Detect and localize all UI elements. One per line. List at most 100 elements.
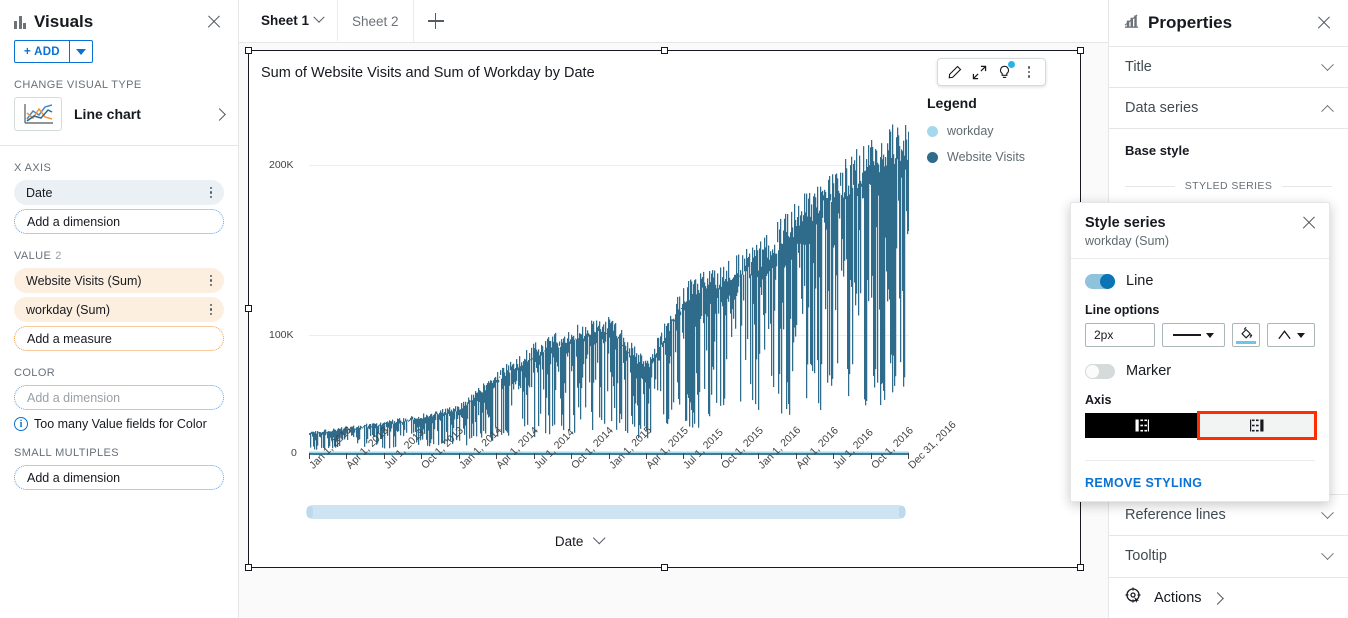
field-pill-label: Website Visits (Sum)	[26, 274, 210, 288]
field-well-label-x-axis: X AXIS	[0, 162, 238, 174]
properties-panel-header: Properties	[1109, 0, 1348, 46]
kebab-menu-icon[interactable]	[210, 304, 213, 316]
axis-right-button[interactable]	[1199, 413, 1315, 438]
small-multiples-label: SMALL MULTIPLES	[14, 447, 119, 459]
remove-styling-link[interactable]: REMOVE STYLING	[1085, 476, 1315, 490]
field-pill-workday[interactable]: workday (Sum)	[14, 297, 224, 322]
visual-container[interactable]: Sum of Website Visits and Sum of Workday…	[248, 50, 1081, 568]
sheet-tab-bar: Sheet 1 Sheet 2	[239, 0, 1108, 43]
add-visual-dropdown[interactable]	[70, 41, 92, 62]
field-well-label-color: COLOR	[0, 367, 238, 379]
x-axis-drop-label: Add a dimension	[27, 215, 120, 229]
x-axis-footer-label: Date	[555, 534, 584, 549]
field-well-label-value: VALUE2	[0, 250, 238, 262]
resize-handle-bottom-left[interactable]	[245, 564, 252, 571]
line-color-button[interactable]	[1232, 323, 1260, 347]
legend-item-website-visits[interactable]: Website Visits	[927, 150, 1067, 164]
add-visual-row: + ADD	[0, 32, 238, 63]
x-axis-tick	[309, 453, 310, 459]
style-series-header: Style series workday (Sum)	[1071, 203, 1329, 259]
small-multiples-drop-label: Add a dimension	[27, 471, 120, 485]
field-pill-website-visits[interactable]: Website Visits (Sum)	[14, 268, 224, 293]
axis-left-icon	[1134, 418, 1150, 433]
chevron-down-icon[interactable]	[593, 532, 606, 545]
resize-handle-middle-left[interactable]	[245, 305, 252, 312]
expand-icon[interactable]	[968, 61, 990, 83]
close-icon[interactable]	[1299, 213, 1319, 233]
y-tick-200k: 200K	[269, 159, 294, 171]
visuals-panel-title: Visuals	[34, 12, 204, 32]
marker-toggle-label: Marker	[1126, 363, 1171, 379]
add-visual-button[interactable]: + ADD	[14, 40, 93, 63]
color-drop-label: Add a dimension	[27, 391, 120, 405]
properties-panel-title: Properties	[1148, 13, 1306, 33]
kebab-menu-icon[interactable]	[210, 275, 213, 287]
line-style-select[interactable]	[1162, 323, 1226, 347]
kebab-menu-icon[interactable]	[1018, 61, 1040, 83]
base-style-label: Base style	[1125, 143, 1332, 158]
line-width-input[interactable]: 2px	[1085, 323, 1155, 347]
properties-row-label: Data series	[1125, 100, 1323, 116]
solid-line-icon	[1173, 334, 1201, 336]
resize-handle-top-right[interactable]	[1077, 47, 1084, 54]
visual-type-selector[interactable]: Line chart	[14, 97, 224, 145]
tab-sheet-2[interactable]: Sheet 2	[338, 0, 414, 42]
visual-title: Sum of Website Visits and Sum of Workday…	[261, 65, 595, 81]
close-icon[interactable]	[204, 12, 224, 32]
axis-left-button[interactable]	[1085, 413, 1199, 438]
legend-color-dot	[927, 126, 938, 137]
small-multiples-drop-target[interactable]: Add a dimension	[14, 465, 224, 490]
kebab-menu-icon[interactable]	[210, 187, 213, 199]
legend-color-dot	[927, 152, 938, 163]
resize-handle-top-center[interactable]	[661, 47, 668, 54]
chevron-down-icon	[1321, 547, 1334, 560]
marker-toggle-row: Marker	[1085, 363, 1315, 379]
chevron-down-icon[interactable]	[313, 12, 324, 23]
pencil-icon[interactable]	[943, 61, 965, 83]
style-series-title: Style series	[1085, 215, 1315, 231]
field-pill-label: Date	[26, 186, 210, 200]
line-options-row: 2px	[1085, 323, 1315, 347]
add-sheet-button[interactable]	[414, 0, 458, 42]
visuals-panel-header: Visuals	[0, 0, 238, 32]
properties-row-data-series[interactable]: Data series	[1109, 87, 1348, 128]
chevron-down-icon	[76, 49, 86, 55]
visual-type-name: Line chart	[74, 106, 203, 122]
properties-row-actions[interactable]: Actions	[1109, 577, 1348, 618]
insight-bulb-icon[interactable]	[993, 61, 1015, 83]
field-pill-date[interactable]: Date	[14, 180, 224, 205]
resize-handle-top-left[interactable]	[245, 47, 252, 54]
line-toggle[interactable]	[1085, 274, 1115, 289]
x-axis-tick	[796, 453, 797, 459]
website-visits-series	[309, 103, 909, 455]
value-drop-label: Add a measure	[27, 332, 112, 346]
chevron-down-icon	[1321, 506, 1334, 519]
color-drop-target[interactable]: Add a dimension	[14, 385, 224, 410]
legend-item-workday[interactable]: workday	[927, 124, 1067, 138]
scrollbar-thumb[interactable]	[306, 505, 906, 519]
properties-row-title[interactable]: Title	[1109, 46, 1348, 87]
resize-handle-bottom-center[interactable]	[661, 564, 668, 571]
value-label: VALUE	[14, 250, 51, 262]
x-axis-footer[interactable]: Date	[249, 534, 909, 549]
field-pill-label: workday (Sum)	[26, 303, 210, 317]
value-drop-target[interactable]: Add a measure	[14, 326, 224, 351]
marker-toggle[interactable]	[1085, 364, 1115, 379]
x-axis-drop-target[interactable]: Add a dimension	[14, 209, 224, 234]
axis-right-icon	[1249, 418, 1265, 433]
properties-chart-icon	[1123, 14, 1140, 32]
chevron-down-icon	[1297, 333, 1305, 338]
close-icon[interactable]	[1314, 13, 1334, 33]
resize-handle-bottom-right[interactable]	[1077, 564, 1084, 571]
properties-row-label: Tooltip	[1125, 548, 1323, 564]
properties-row-tooltip[interactable]: Tooltip	[1109, 535, 1348, 576]
color-warning-text: Too many Value fields for Color	[34, 417, 207, 431]
canvas-area: Sheet 1 Sheet 2 Sum of Website Visits an…	[239, 0, 1108, 618]
tab-sheet-1[interactable]: Sheet 1	[247, 0, 338, 42]
chart-legend: Legend workday Website Visits	[927, 95, 1067, 176]
x-axis-tick	[721, 453, 722, 459]
visuals-panel: Visuals + ADD CHANGE VISUAL TYPE Line ch…	[0, 0, 239, 618]
x-axis-tick	[534, 453, 535, 459]
chart-horizontal-scrollbar[interactable]	[306, 505, 906, 519]
line-interpolation-select[interactable]	[1267, 323, 1315, 347]
